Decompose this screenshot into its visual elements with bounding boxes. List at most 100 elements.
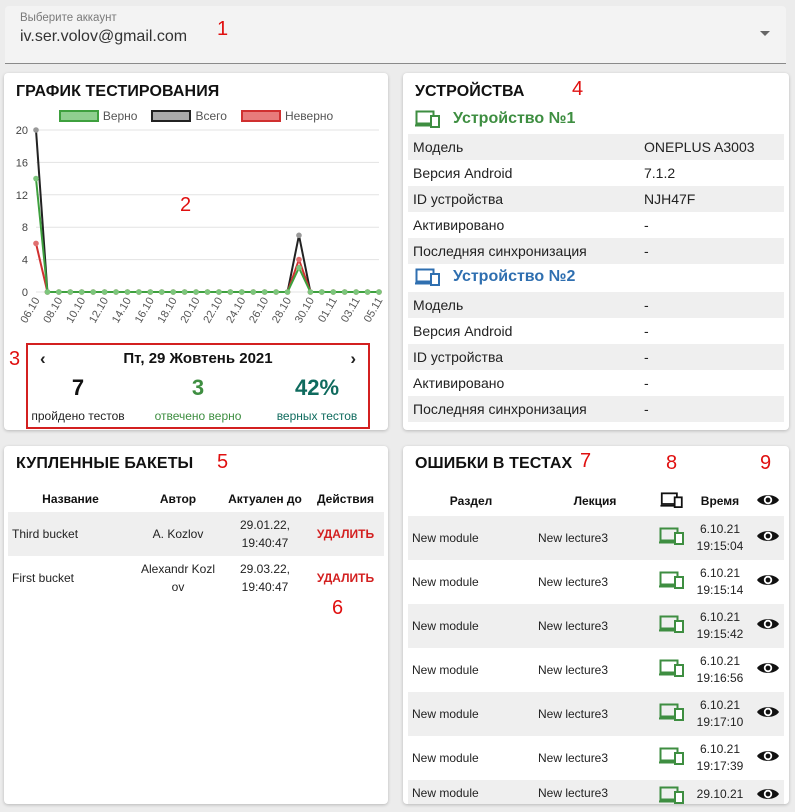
x-tick-label: 26.10 xyxy=(247,296,271,326)
errors-title: ОШИБКИ В ТЕСТАХ xyxy=(415,455,573,472)
error-section: New module xyxy=(408,516,534,560)
data-point xyxy=(216,289,222,295)
data-point xyxy=(56,289,62,295)
column-header-author[interactable]: Автор xyxy=(133,486,223,512)
table-row: Активировано - xyxy=(408,212,784,238)
column-header-lecture[interactable]: Лекция xyxy=(534,486,656,516)
error-clock: 19:17:39 xyxy=(696,759,744,773)
legend-item-wrong[interactable]: Неверно xyxy=(240,109,333,123)
devices-icon xyxy=(415,268,440,286)
y-tick-label: 20 xyxy=(16,125,28,137)
data-point xyxy=(307,289,314,295)
column-header-section[interactable]: Раздел xyxy=(408,486,534,516)
devices-icon xyxy=(659,747,684,765)
data-point xyxy=(90,289,96,295)
table-row: Модель - xyxy=(408,292,784,318)
x-tick-label: 18.10 xyxy=(156,296,180,326)
view-error-button[interactable] xyxy=(752,604,784,648)
x-tick-label: 06.10 xyxy=(18,296,42,326)
device-1-header[interactable]: Устройство №1 xyxy=(415,110,575,128)
data-point xyxy=(124,289,131,295)
error-lecture: New lecture3 xyxy=(538,751,609,765)
view-error-button[interactable] xyxy=(752,648,784,692)
error-date: 6.10.21 xyxy=(699,522,741,536)
data-point xyxy=(193,289,199,295)
bucket-time: 19:40:47 xyxy=(241,580,289,594)
device-field-value: - xyxy=(639,396,784,422)
device-field-value: ONEPLUS A3003 xyxy=(639,134,784,160)
table-row[interactable]: New module New lecture3 6.10.21 19:15:04 xyxy=(408,516,784,560)
column-header-time[interactable]: Время xyxy=(688,486,752,516)
device-field-value: NJH47F xyxy=(639,186,784,212)
table-row: Версия Android - xyxy=(408,318,784,344)
error-clock: 19:15:42 xyxy=(696,627,744,641)
table-row: Модель ONEPLUS A3003 xyxy=(408,134,784,160)
data-point xyxy=(353,289,359,295)
account-select[interactable]: Выберите аккаунт iv.ser.volov@gmail.com xyxy=(5,6,786,64)
table-row: Последняя синхронизация - xyxy=(408,396,784,422)
data-point xyxy=(296,264,302,271)
error-time: 6.10.21 19:16:56 xyxy=(688,648,752,692)
delete-bucket-button[interactable]: УДАЛИТЬ xyxy=(317,571,374,585)
device-field-value: - xyxy=(639,292,784,318)
data-point xyxy=(44,289,51,295)
x-tick-label: 24.10 xyxy=(224,296,248,326)
data-point xyxy=(33,127,39,133)
view-error-button[interactable] xyxy=(752,560,784,604)
device-field-value: 7.1.2 xyxy=(644,165,676,181)
error-date: 6.10.21 xyxy=(699,742,741,756)
chevron-right-icon[interactable]: › xyxy=(350,349,356,369)
account-select-label: Выберите аккаунт xyxy=(20,12,117,24)
stat-passed: 7 пройдено тестов xyxy=(18,375,138,423)
legend-item-correct[interactable]: Верно xyxy=(58,109,137,123)
chevron-down-icon[interactable] xyxy=(760,31,770,36)
table-row[interactable]: New module New lecture3 6.10.21 19:16:56 xyxy=(408,648,784,692)
x-tick-label: 20.10 xyxy=(179,296,203,326)
bucket-author: A. Kozlov xyxy=(133,512,223,556)
error-clock: 19:15:04 xyxy=(696,539,744,553)
delete-bucket-button[interactable]: УДАЛИТЬ xyxy=(317,527,374,541)
x-tick-label: 08.10 xyxy=(41,296,65,326)
error-lecture: New lecture3 xyxy=(534,780,656,804)
bucket-author-line1: Alexandr Kozl xyxy=(140,562,216,576)
legend-item-total[interactable]: Всего xyxy=(151,109,227,123)
table-row[interactable]: New module New lecture3 29.10.21 xyxy=(408,780,784,804)
eye-icon xyxy=(757,789,779,799)
data-point xyxy=(158,289,165,295)
error-lecture: New lecture3 xyxy=(538,575,609,589)
view-error-button[interactable] xyxy=(752,736,784,780)
marker-4: 4 xyxy=(572,78,584,100)
view-error-button[interactable] xyxy=(752,692,784,736)
error-section: New module xyxy=(408,692,534,736)
date-summary-panel: ‹ Пт, 29 Жовтень 2021 › 7 пройдено тесто… xyxy=(26,343,370,429)
eye-icon xyxy=(757,750,779,761)
x-tick-label: 12.10 xyxy=(87,296,111,326)
data-point xyxy=(227,289,234,295)
series-line-2 xyxy=(35,178,379,293)
column-header-valid-until[interactable]: Актуален до xyxy=(223,486,307,512)
table-row[interactable]: New module New lecture3 6.10.21 19:17:10 xyxy=(408,692,784,736)
marker-2: 2 xyxy=(180,194,192,216)
error-time: 6.10.21 19:17:10 xyxy=(688,692,752,736)
data-point xyxy=(181,289,188,295)
data-point xyxy=(250,289,257,295)
date-title: Пт, 29 Жовтень 2021 xyxy=(123,350,273,367)
y-tick-label: 16 xyxy=(16,157,28,169)
column-header-name[interactable]: Название xyxy=(8,486,133,512)
data-point xyxy=(261,289,268,295)
devices-card: УСТРОЙСТВА 4 Устройство №1 Модель ONEPLUS… xyxy=(403,73,789,430)
view-error-button[interactable] xyxy=(752,516,784,560)
view-error-button[interactable] xyxy=(752,780,784,804)
table-row[interactable]: New module New lecture3 6.10.21 19:15:42 xyxy=(408,604,784,648)
series-line-0 xyxy=(35,129,379,293)
x-tick-label: 05.11 xyxy=(362,296,386,325)
buckets-title: КУПЛЕННЫЕ БАКЕТЫ xyxy=(16,455,194,472)
table-row[interactable]: New module New lecture3 6.10.21 19:15:14 xyxy=(408,560,784,604)
table-row[interactable]: New module New lecture3 6.10.21 19:17:39 xyxy=(408,736,784,780)
device-field-value: - xyxy=(644,375,649,391)
error-section: New module xyxy=(412,663,479,677)
device-2-header[interactable]: Устройство №2 xyxy=(415,268,575,286)
table-row: Third bucket A. Kozlov 29.01.22, 19:40:47… xyxy=(8,512,384,556)
data-point xyxy=(296,232,302,239)
error-time: 6.10.21 19:15:04 xyxy=(688,516,752,560)
